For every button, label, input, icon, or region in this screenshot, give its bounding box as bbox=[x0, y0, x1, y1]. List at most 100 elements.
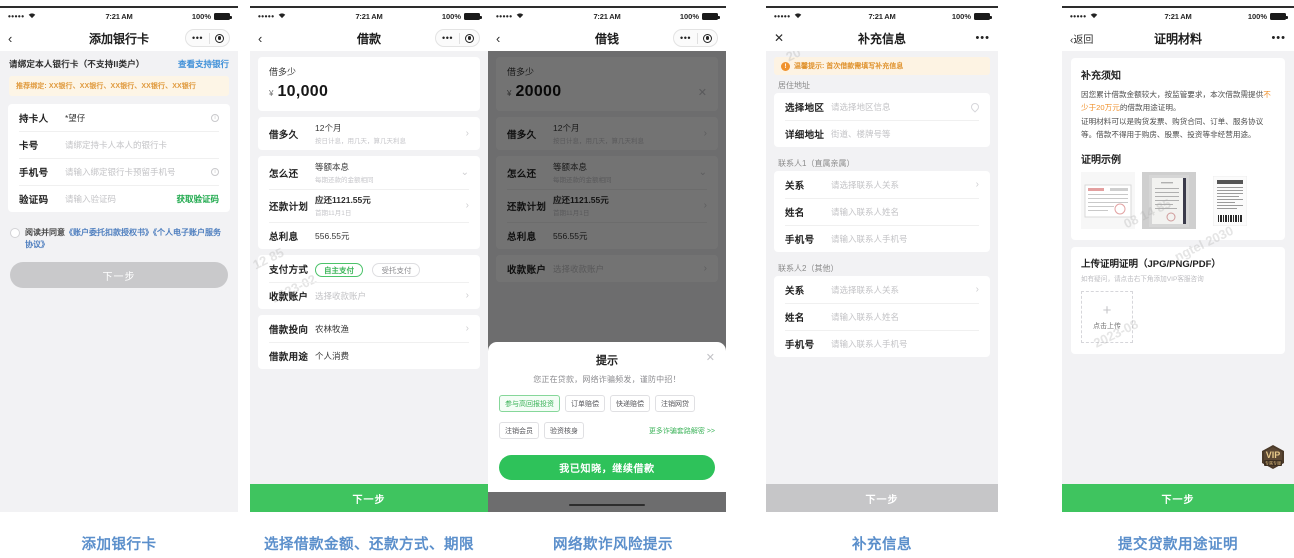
row-select-region[interactable]: 选择地区 请选择地区信息 bbox=[774, 93, 990, 120]
example-thumb-contract[interactable] bbox=[1142, 172, 1196, 230]
repayment-card: 怎么还 等额本息 每期还款的金额相同 ⌄ 还款计划 应还1121.55元 首期1… bbox=[258, 156, 480, 249]
amount-label: 借多少 bbox=[269, 67, 297, 77]
back-button[interactable]: ‹返回 bbox=[1070, 31, 1093, 46]
phone-mockup-proof-materials: ••••• 7:21 AM 100% ‹返回 证明材料 ••• 08 14 85… bbox=[1062, 6, 1294, 512]
caption-1: 添加银行卡 bbox=[81, 537, 157, 553]
next-step-button[interactable]: 下一步 bbox=[766, 484, 998, 512]
payment-option-entrusted[interactable]: 受托支付 bbox=[372, 263, 421, 277]
repay-method-values: 等额本息 每期还款的金额相同 bbox=[315, 161, 457, 184]
next-step-button[interactable]: 下一步 bbox=[250, 484, 488, 512]
more-menu-icon[interactable]: ••• bbox=[1271, 32, 1286, 44]
fraud-tag[interactable]: 验资核身 bbox=[544, 422, 584, 439]
payment-option-self[interactable]: 自主支付 bbox=[315, 263, 363, 277]
card-number-input[interactable]: 请绑定持卡人本人的银行卡 bbox=[65, 139, 219, 151]
battery-icon bbox=[702, 13, 720, 20]
recommended-banks-banner: 推荐绑定: XX银行、XX银行、XX银行、XX银行、XX银行 bbox=[9, 76, 229, 96]
close-button[interactable]: ✕ bbox=[774, 31, 820, 45]
back-button[interactable]: ‹ bbox=[8, 31, 54, 46]
receiving-account-value: 选择收款账户 bbox=[315, 290, 367, 301]
contact1-phone-input[interactable]: 请输入联系人手机号 bbox=[831, 233, 979, 245]
row-loan-direction[interactable]: 借款投向 农林牧渔 › bbox=[258, 315, 480, 342]
fraud-tag[interactable]: 参与高回报投资 bbox=[499, 395, 560, 412]
fraud-tag[interactable]: 订单赔偿 bbox=[565, 395, 605, 412]
more-menu-icon[interactable]: ••• bbox=[674, 33, 697, 43]
row-contact1-relation[interactable]: 关系 请选择联系人关系 › bbox=[774, 171, 990, 198]
cardholder-label: 持卡人 bbox=[19, 113, 49, 125]
row-payment-method[interactable]: 支付方式 自主支付 受托支付 bbox=[258, 255, 480, 282]
agreement-checkbox[interactable] bbox=[10, 228, 20, 238]
contact2-phone-input[interactable]: 请输入联系人手机号 bbox=[831, 338, 979, 350]
example-thumb-invoice[interactable] bbox=[1081, 172, 1135, 230]
status-bar-left: ••••• bbox=[8, 12, 82, 21]
agreement-link-1[interactable]: 《账户委托扣款授权书》 bbox=[65, 228, 153, 237]
supported-banks-link[interactable]: 查看支持银行 bbox=[178, 58, 229, 70]
receiving-account-label: 收款账户 bbox=[269, 291, 309, 303]
battery-icon bbox=[464, 13, 482, 20]
form-row-verify-code[interactable]: 验证码 请输入验证码 获取验证码 bbox=[8, 185, 230, 212]
row-receiving-account[interactable]: 收款账户 选择收款账户 › bbox=[258, 282, 480, 309]
vip-service-badge[interactable]: VIP 专属专服 bbox=[1260, 444, 1286, 472]
close-target-icon[interactable] bbox=[210, 33, 229, 43]
upload-button[interactable]: + 点击上传 bbox=[1081, 291, 1133, 344]
contact2-name-input[interactable]: 请输入联系人姓名 bbox=[831, 311, 979, 323]
chevron-right-icon: › bbox=[465, 323, 469, 334]
panel1-content: 请绑定本人银行卡（不支持II类户） 查看支持银行 推荐绑定: XX银行、XX银行… bbox=[0, 51, 238, 512]
row-loan-term[interactable]: 借多久 12个月 按日计息，用几天，算几天利息 › bbox=[258, 117, 480, 150]
location-pin-icon[interactable] bbox=[969, 100, 981, 113]
verify-code-input[interactable]: 请输入验证码 bbox=[65, 193, 176, 205]
fraud-tag[interactable]: 注销网贷 bbox=[655, 395, 695, 412]
chevron-down-icon: ⌄ bbox=[460, 167, 469, 178]
row-contact2-relation[interactable]: 关系 请选择联系人关系 › bbox=[774, 276, 990, 303]
row-loan-purpose[interactable]: 借款用途 个人消费 bbox=[258, 342, 480, 369]
detail-address-input[interactable]: 街道、楼牌号等 bbox=[831, 128, 979, 140]
row-contact1-name[interactable]: 姓名 请输入联系人姓名 bbox=[774, 198, 990, 225]
info-icon[interactable]: i bbox=[211, 167, 219, 176]
row-contact1-phone[interactable]: 手机号 请输入联系人手机号 bbox=[774, 225, 990, 252]
confirm-continue-button[interactable]: 我已知晓，继续借款 bbox=[499, 455, 715, 480]
row-repay-plan[interactable]: 还款计划 应还1121.55元 首期11月1日 › bbox=[258, 189, 480, 222]
mini-program-capsule: ••• bbox=[673, 29, 718, 47]
next-step-button[interactable]: 下一步 bbox=[10, 262, 228, 289]
battery-icon bbox=[1270, 13, 1288, 20]
loan-purpose-value: 个人消费 bbox=[315, 350, 350, 361]
row-contact2-phone[interactable]: 手机号 请输入联系人手机号 bbox=[774, 330, 990, 357]
agreement-row[interactable]: 阅读并同意《账户委托扣款授权书》《个人电子账户服务协议》 bbox=[0, 218, 238, 250]
chevron-right-icon: › bbox=[465, 290, 469, 301]
status-bar-time: 7:21 AM bbox=[105, 12, 133, 21]
contact2-relation-value: 请选择联系人关系 bbox=[831, 284, 900, 295]
contact1-name-input[interactable]: 请输入联系人姓名 bbox=[831, 206, 979, 218]
phone-mockup-loan-form: ••••• 7:21 AM 100% ‹ 借款 ••• 12 85 2023-0… bbox=[250, 6, 488, 512]
payment-options: 自主支付 受托支付 bbox=[315, 260, 425, 278]
next-step-button[interactable]: 下一步 bbox=[1062, 484, 1294, 512]
fraud-tag[interactable]: 注销会员 bbox=[499, 422, 539, 439]
more-menu-icon[interactable]: ••• bbox=[975, 32, 990, 44]
amount-value[interactable]: 10,000 bbox=[277, 83, 328, 101]
example-thumb-order[interactable] bbox=[1203, 172, 1257, 230]
row-detail-address[interactable]: 详细地址 街道、楼牌号等 bbox=[774, 120, 990, 147]
close-target-icon[interactable] bbox=[460, 33, 479, 43]
form-row-cardholder[interactable]: 持卡人 *望仔 i bbox=[8, 104, 230, 131]
get-verify-code-button[interactable]: 获取验证码 bbox=[176, 193, 219, 205]
row-repay-method[interactable]: 怎么还 等额本息 每期还款的金额相同 ⌄ bbox=[258, 156, 480, 189]
bind-hint-text: 请绑定本人银行卡（不支持II类户） bbox=[9, 59, 145, 69]
contact2-name-label: 姓名 bbox=[785, 312, 805, 324]
section-label-contact1: 联系人1（直属亲属） bbox=[778, 159, 855, 168]
form-row-card-number[interactable]: 卡号 请绑定持卡人本人的银行卡 bbox=[8, 131, 230, 158]
back-button[interactable]: ‹ bbox=[496, 31, 542, 46]
more-fraud-link[interactable]: 更多诈骗套路解密 >> bbox=[649, 426, 715, 436]
back-button[interactable]: ‹ bbox=[258, 31, 304, 46]
close-icon[interactable]: ✕ bbox=[706, 351, 715, 364]
fraud-tag[interactable]: 快递赔偿 bbox=[610, 395, 650, 412]
status-bar-left: ••••• bbox=[1070, 12, 1142, 21]
close-target-icon[interactable] bbox=[698, 33, 717, 43]
info-icon[interactable]: i bbox=[211, 113, 219, 122]
loan-amount-card[interactable]: 借多少 ¥ 10,000 bbox=[258, 57, 480, 111]
row-contact2-name[interactable]: 姓名 请输入联系人姓名 bbox=[774, 303, 990, 330]
form-row-phone[interactable]: 手机号 请输入绑定银行卡预留手机号 i bbox=[8, 158, 230, 185]
loan-direction-value: 农林牧渔 bbox=[315, 323, 350, 334]
status-bar-right: 100% bbox=[1214, 12, 1288, 21]
more-menu-icon[interactable]: ••• bbox=[436, 33, 459, 43]
phone-input[interactable]: 请输入绑定银行卡预留手机号 bbox=[65, 166, 211, 178]
contact1-relation-label: 关系 bbox=[785, 180, 805, 192]
more-menu-icon[interactable]: ••• bbox=[186, 33, 209, 43]
